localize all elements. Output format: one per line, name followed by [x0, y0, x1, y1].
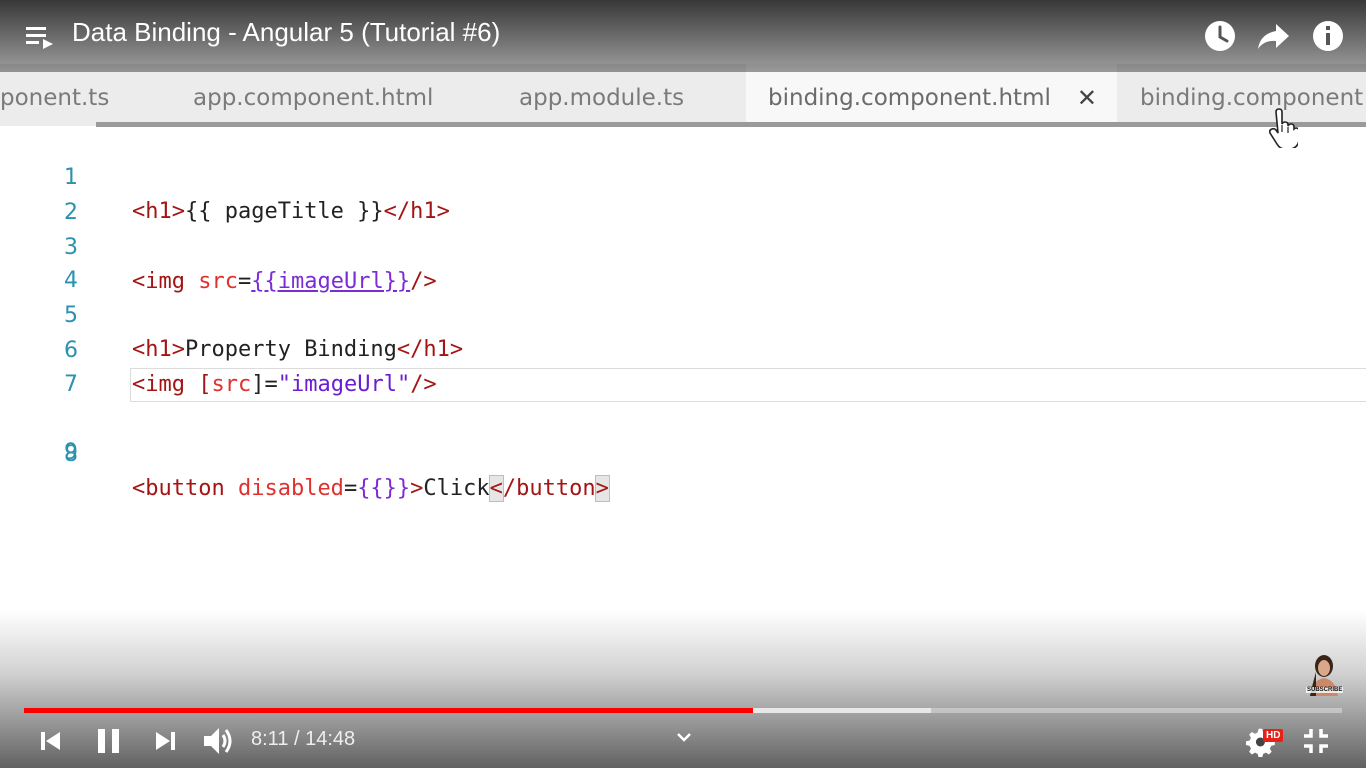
tab-label: ponent.ts [0, 85, 110, 111]
code-line: 2 [0, 162, 1366, 225]
code-line: 3 <img src={{imageUrl}}/> [0, 197, 1366, 294]
current-line-highlight [130, 368, 1366, 402]
tab-label: app.module.ts [519, 85, 685, 111]
tab-label: app.component.html [193, 85, 434, 111]
hand-cursor-icon [1268, 108, 1298, 148]
tab-label: binding.component.html [768, 85, 1051, 111]
tab-component-ts: ponent.ts [0, 64, 170, 126]
subscribe-label[interactable]: SUBSCRIBE [1306, 687, 1344, 693]
exit-fullscreen-icon[interactable] [1302, 727, 1330, 755]
video-title[interactable]: Data Binding - Angular 5 (Tutorial #6) [72, 17, 500, 48]
tab-app-module-ts: app.module.ts [519, 64, 739, 126]
code-line: 5 <h1>Property Binding</h1> [0, 265, 1366, 362]
video-player[interactable]: ponent.ts app.component.html app.module.… [0, 0, 1366, 768]
line-number: 9 [64, 440, 78, 465]
previous-icon[interactable] [38, 728, 64, 754]
progress-bar[interactable] [24, 708, 1342, 713]
editor-tab-bar: ponent.ts app.component.html app.module.… [0, 64, 1366, 126]
tab-app-component-html: app.component.html [193, 64, 493, 126]
code-line: 7 [0, 334, 1366, 397]
share-icon[interactable] [1256, 20, 1290, 52]
info-icon[interactable] [1312, 20, 1344, 52]
playlist-icon[interactable] [26, 24, 54, 50]
code-line: 4 [0, 230, 1366, 293]
progress-played [24, 708, 753, 713]
time-display: 8:11 / 14:48 [251, 728, 355, 751]
clock-icon[interactable] [1204, 20, 1236, 52]
time-total: 14:48 [305, 728, 356, 750]
tab-binding-component-ts: binding.component [1140, 64, 1366, 126]
tab-binding-component-html: binding.component.html ✕ [746, 64, 1117, 126]
chevron-down-icon[interactable] [674, 730, 694, 744]
time-current: 8:11 [251, 728, 289, 750]
code-line: 9 [0, 402, 1366, 465]
tab-label: binding.component [1140, 85, 1364, 111]
code-line-current: 8 <button disabled={{}}>Click</button> [0, 368, 1366, 502]
volume-icon[interactable] [202, 724, 234, 758]
time-separator: / [288, 728, 306, 750]
code-line: 1 <h1>{{ pageTitle }}</h1> [0, 127, 1366, 224]
next-icon[interactable] [152, 728, 178, 754]
code-text: <button disabled={{}}>Click</button> [132, 475, 610, 502]
pause-icon[interactable] [96, 727, 122, 755]
hd-badge: HD [1263, 729, 1284, 742]
code-editor: 1 <h1>{{ pageTitle }}</h1> 2 3 <img src=… [0, 127, 1366, 687]
code-line: 6 <img [src]="imageUrl"/> [0, 300, 1366, 397]
